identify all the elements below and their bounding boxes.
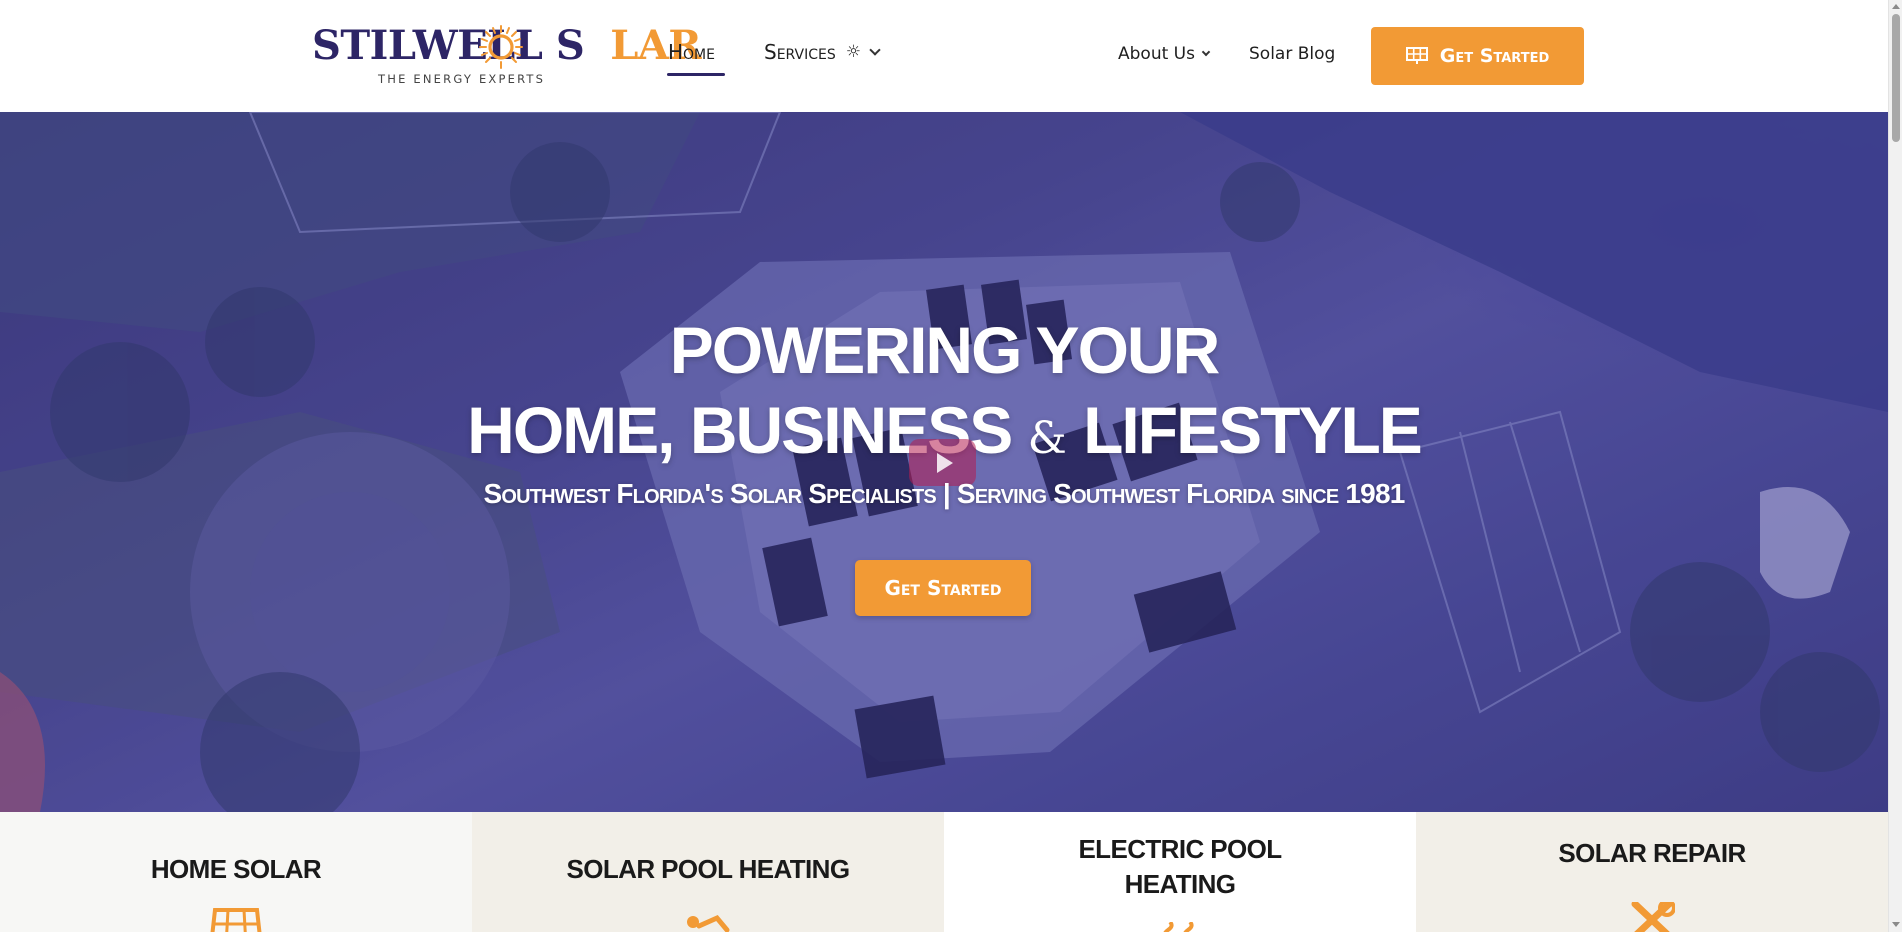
services-strip: HOME SOLAR SOLAR POOL HEATING ELECTRIC P… (0, 812, 1888, 932)
play-icon (936, 452, 953, 473)
service-title: SOLAR REPAIR (1558, 838, 1746, 868)
solar-panel-icon (210, 908, 262, 932)
scroll-down-arrow-icon[interactable] (1892, 922, 1900, 927)
sun-badge-icon: ☼ (845, 41, 861, 62)
swimmer-icon (687, 914, 730, 932)
service-tile-electric-pool-heating[interactable]: ELECTRIC POOL HEATING (944, 812, 1416, 932)
sun-logo-icon (479, 25, 523, 69)
tools-icon (1631, 902, 1675, 932)
site-header: STILWELL S LAR THE ENERGY EXPERTS Home Se… (0, 0, 1888, 112)
hero-get-started-button[interactable]: Get Started (855, 560, 1031, 616)
service-tile-solar-repair[interactable]: SOLAR REPAIR (1416, 812, 1888, 932)
chevron-down-icon (869, 43, 881, 56)
service-title: SOLAR POOL HEATING (566, 854, 851, 884)
nav-services[interactable]: Services ☼ (764, 40, 881, 64)
nav-solar-blog[interactable]: Solar Blog (1249, 42, 1335, 66)
heat-waves-icon (1163, 922, 1194, 932)
hero-section: POWERING YOUR HOME, BUSINESS & LIFESTYLE… (0, 112, 1888, 812)
get-started-button[interactable]: Get Started (1371, 27, 1584, 85)
service-title: HOME SOLAR (150, 854, 322, 884)
hero-subtitle: Southwest Florida's Solar Specialists | … (483, 478, 1405, 509)
scrollbar-thumb[interactable] (1892, 14, 1900, 142)
service-title-line1: ELECTRIC POOL (1078, 834, 1282, 864)
service-tile-home-solar[interactable]: HOME SOLAR (0, 812, 472, 932)
chevron-down-icon (1201, 47, 1211, 56)
scroll-up-arrow-icon[interactable] (1892, 4, 1900, 9)
logo-tagline: THE ENERGY EXPERTS (378, 72, 546, 86)
site-logo[interactable]: STILWELL S LAR THE ENERGY EXPERTS (312, 22, 702, 90)
nav-about-us[interactable]: About Us (1118, 42, 1211, 66)
get-started-label: Get Started (1439, 45, 1550, 67)
nav-services-label: Services (764, 40, 836, 64)
nav-active-underline (667, 73, 725, 76)
service-tile-solar-pool-heating[interactable]: SOLAR POOL HEATING (472, 812, 944, 932)
hero-title-line1: POWERING YOUR (669, 313, 1221, 387)
solar-panel-icon (1405, 47, 1428, 64)
nav-about-label: About Us (1118, 44, 1195, 64)
page-scrollbar[interactable] (1888, 0, 1902, 932)
nav-home[interactable]: Home (668, 40, 715, 64)
service-title-line2: HEATING (1124, 869, 1236, 899)
